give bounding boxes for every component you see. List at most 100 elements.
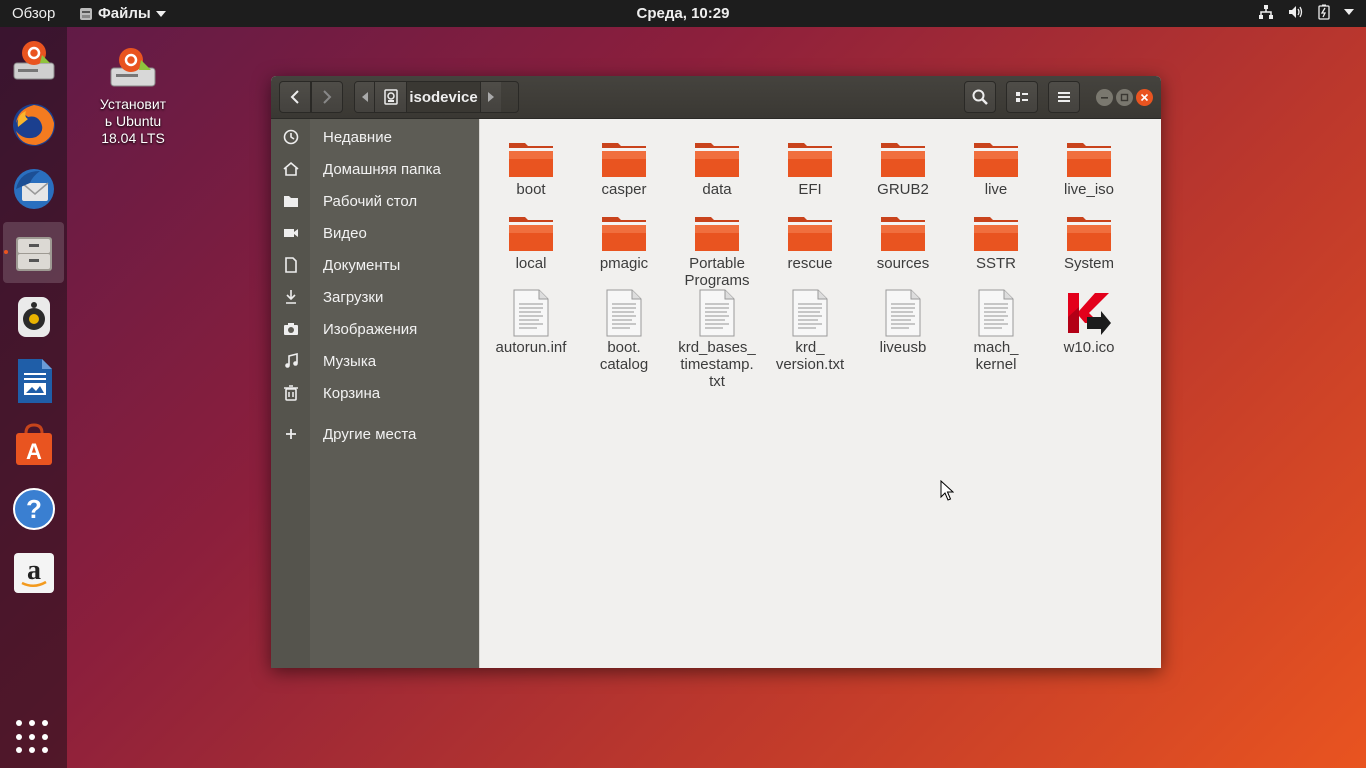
maximize-button[interactable] [1116, 89, 1133, 106]
path-crumb-current[interactable]: isodevice [407, 82, 481, 112]
firefox-icon[interactable] [3, 94, 64, 155]
file-item-sstr[interactable]: SSTR [951, 205, 1041, 272]
sidebar-item-label: Недавние [323, 128, 392, 146]
file-name: Portable Programs [684, 255, 750, 289]
rhythmbox-icon[interactable] [3, 286, 64, 347]
file-item-system[interactable]: System [1044, 205, 1134, 272]
volume-icon [1289, 6, 1303, 18]
file-name: System [1063, 255, 1114, 272]
software-icon[interactable]: A [3, 414, 64, 475]
file-item-boot-catalog[interactable]: boot. catalog [579, 289, 669, 373]
file-name: sources [876, 255, 930, 272]
back-button[interactable] [279, 81, 311, 113]
file-item-w10-ico[interactable]: w10.ico [1044, 289, 1134, 356]
sidebar-item-label: Домашняя папка [323, 160, 441, 178]
files-icon[interactable] [3, 222, 64, 283]
app-menu[interactable]: Файлы [79, 5, 166, 22]
clock[interactable]: Среда, 10:29 [637, 5, 730, 22]
file-item-live-iso[interactable]: live_iso [1044, 131, 1134, 198]
file-item-live[interactable]: live [951, 131, 1041, 198]
menu-button[interactable] [1048, 81, 1080, 113]
running-indicator [4, 250, 8, 254]
dock: A ? a [0, 27, 67, 768]
file-item-krd-bases-timestamp[interactable]: krd_bases_ timestamp. txt [672, 289, 762, 390]
sidebar-item-documents[interactable]: Документы [271, 249, 479, 281]
help-icon[interactable]: ? [3, 478, 64, 539]
sidebar-item-label: Изображения [323, 320, 418, 338]
activities-button[interactable]: Обзор [12, 5, 55, 22]
close-button[interactable] [1136, 89, 1153, 106]
close-icon [1140, 93, 1149, 102]
desktop-installer-shortcut[interactable]: Установит ь Ubuntu 18.04 LTS [90, 44, 176, 147]
thunderbird-icon[interactable] [3, 158, 64, 219]
search-button[interactable] [964, 81, 996, 113]
trash-icon [283, 385, 299, 401]
file-item-data[interactable]: data [672, 131, 762, 198]
file-item-local[interactable]: local [486, 205, 576, 272]
folder-icon [602, 143, 646, 177]
file-item-rescue[interactable]: rescue [765, 205, 855, 272]
folder-icon [695, 217, 739, 251]
file-name: local [515, 255, 547, 272]
folder-icon [695, 143, 739, 177]
file-item-boot[interactable]: boot [486, 131, 576, 198]
path-scroll-left[interactable] [355, 82, 375, 112]
places-sidebar: Недавние Домашняя папка Рабочий стол Вид… [271, 119, 479, 668]
path-scroll-right[interactable] [481, 82, 501, 112]
plus-icon [283, 426, 299, 442]
file-name: SSTR [975, 255, 1016, 272]
app-menu-label: Файлы [98, 5, 151, 22]
text-file-icon [792, 289, 828, 337]
file-item-portable-programs[interactable]: Portable Programs [672, 205, 762, 289]
sidebar-item-trash[interactable]: Корзина [271, 377, 479, 409]
sidebar-item-other-locations[interactable]: Другие места [271, 418, 479, 450]
file-item-pmagic[interactable]: pmagic [579, 205, 669, 272]
file-name: live_iso [1063, 181, 1115, 198]
minimize-button[interactable] [1096, 89, 1113, 106]
forward-button[interactable] [311, 81, 343, 113]
folder-icon [974, 143, 1018, 177]
show-applications-button[interactable] [13, 717, 53, 757]
system-tray[interactable] [1258, 4, 1354, 20]
file-item-grub2[interactable]: GRUB2 [858, 131, 948, 198]
window-controls [1096, 89, 1153, 106]
folder-icon [788, 217, 832, 251]
svg-text:A: A [26, 439, 42, 464]
sidebar-item-downloads[interactable]: Загрузки [271, 281, 479, 313]
sidebar-item-desktop[interactable]: Рабочий стол [271, 185, 479, 217]
sidebar-item-pictures[interactable]: Изображения [271, 313, 479, 345]
arrow-right-icon [488, 92, 494, 102]
file-item-efi[interactable]: EFI [765, 131, 855, 198]
file-item-krd-version[interactable]: krd_ version.txt [765, 289, 855, 373]
svg-text:a: a [27, 555, 41, 586]
file-item-sources[interactable]: sources [858, 205, 948, 272]
file-item-mach-kernel[interactable]: mach_ kernel [951, 289, 1041, 373]
chevron-down-icon [1344, 9, 1354, 15]
sidebar-item-recent[interactable]: Недавние [271, 121, 479, 153]
sidebar-item-music[interactable]: Музыка [271, 345, 479, 377]
file-item-casper[interactable]: casper [579, 131, 669, 198]
text-file-icon [606, 289, 642, 337]
arrow-left-icon [361, 92, 368, 102]
file-name: data [702, 181, 732, 198]
path-root-button[interactable] [375, 82, 407, 112]
file-item-liveusb[interactable]: liveusb [858, 289, 948, 356]
file-name: w10.ico [1063, 339, 1115, 356]
sidebar-item-label: Видео [323, 224, 367, 242]
folder-icon [1067, 143, 1111, 177]
battery-icon [1318, 4, 1330, 20]
file-name: boot [516, 181, 546, 198]
file-item-autorun-inf[interactable]: autorun.inf [486, 289, 576, 356]
writer-icon[interactable] [3, 350, 64, 411]
view-toggle-button[interactable] [1006, 81, 1038, 113]
folder-icon [283, 193, 299, 209]
folder-icon [881, 143, 925, 177]
file-name: GRUB2 [877, 181, 929, 198]
amazon-icon[interactable]: a [3, 542, 64, 603]
sidebar-item-home[interactable]: Домашняя папка [271, 153, 479, 185]
music-icon [283, 353, 299, 369]
sidebar-item-videos[interactable]: Видео [271, 217, 479, 249]
clock-icon [283, 129, 299, 145]
svg-text:?: ? [26, 494, 42, 524]
installer-icon[interactable] [3, 30, 64, 91]
